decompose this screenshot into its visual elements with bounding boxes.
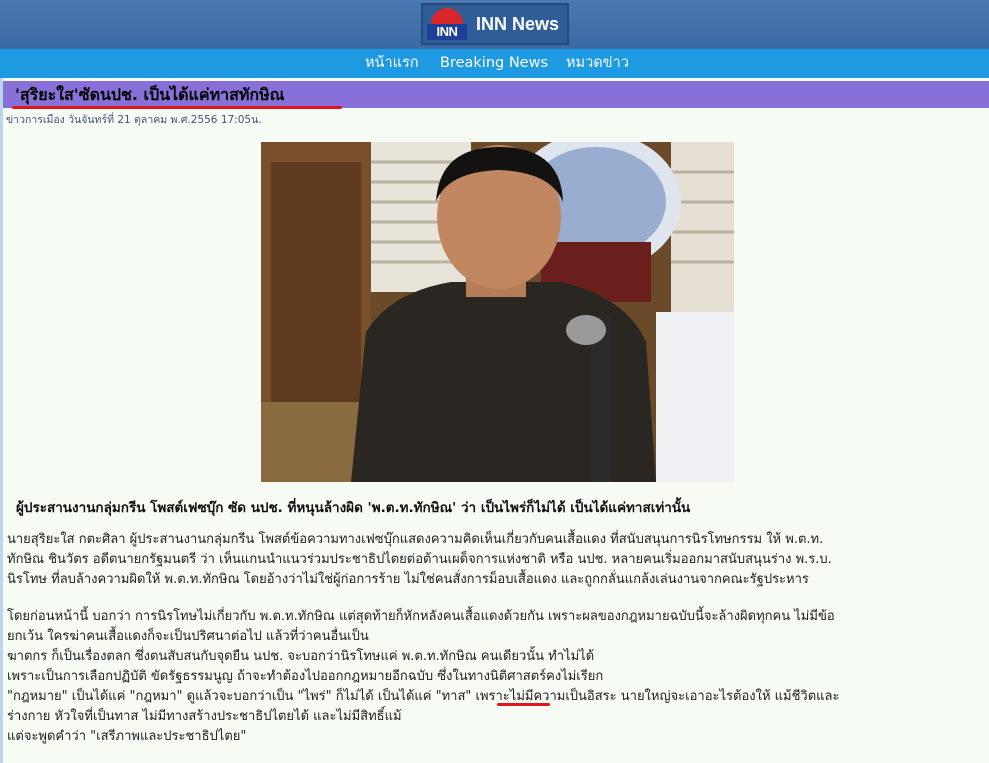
paragraph-line: ทักษิณ ชินวัตร อดีตนายกรัฐมนตรี ว่า เห็น… — [7, 552, 832, 567]
paragraph-line: นิรโทษ ที่ลบล้างความผิดให้ พ.ต.ท.ทักษิณ … — [7, 572, 809, 587]
article-headline: 'สุริยะใส'ซัดนปช. เป็นได้แค่ทาสทักษิณ — [15, 85, 285, 104]
red-underline-annotation — [497, 703, 550, 706]
paragraph-line: ยกเว้น ใครฆ่าคนเสื้อแดงก็จะเป็นปริศนาต่อ… — [7, 629, 369, 644]
article-paragraph-2: โดยก่อนหน้านี้ บอกว่า การนิรโทษไม่เกี่ยว… — [7, 607, 982, 747]
nav-categories-link[interactable]: หมวดข่าว — [566, 49, 629, 78]
nav-breaking-news-link[interactable]: Breaking News — [440, 49, 548, 78]
article-paragraph-1: นายสุริยะใส กตะศิลา ผู้ประสานงานกลุ่มกรี… — [7, 530, 982, 590]
paragraph-line: ร่างกาย หัวใจที่เป็นทาส ไม่มีทางสร้างประ… — [7, 709, 402, 724]
site-brand[interactable]: INN INN News — [421, 3, 569, 45]
inn-logo-icon: INN — [427, 6, 467, 42]
paragraph-line: แต่จะพูดคำว่า "เสรีภาพและประชาธิปไตย" — [7, 729, 247, 744]
photo-caption: ผู้ประสานงานกลุ่มกรีน โพสต์เฟซบุ๊ก ซัด น… — [16, 500, 691, 516]
main-nav: หน้าแรก Breaking News หมวดข่าว — [0, 49, 989, 78]
article-photo — [261, 142, 734, 482]
paragraph-line: "กฎหมาย" เป็นได้แค่ "กฎหมา" ดูแล้วจะบอกว… — [7, 689, 840, 704]
paragraph-line: ฆาตกร ก็เป็นเรื่องตลก ซึ่งตนสับสนกับจุดย… — [7, 649, 595, 664]
article-meta: ข่าวการเมือง วันจันทร์ที่ 21 ตุลาคม พ.ศ.… — [6, 114, 262, 126]
page-frame-edge — [0, 78, 3, 763]
headline-bar: 'สุริยะใส'ซัดนปช. เป็นได้แค่ทาสทักษิณ — [3, 81, 989, 108]
paragraph-line: โดยก่อนหน้านี้ บอกว่า การนิรโทษไม่เกี่ยว… — [7, 609, 835, 624]
paragraph-line: เพราะเป็นการเลือกปฏิบัติ ขัดรัฐธรรมนูญ ถ… — [7, 669, 604, 684]
nav-home-link[interactable]: หน้าแรก — [365, 49, 419, 78]
photo-illustration — [261, 142, 734, 482]
red-underline-annotation — [12, 106, 342, 109]
paragraph-line: นายสุริยะใส กตะศิลา ผู้ประสานงานกลุ่มกรี… — [7, 532, 824, 547]
brand-title: INN News — [476, 13, 560, 34]
site-header: INN INN News — [0, 0, 989, 49]
